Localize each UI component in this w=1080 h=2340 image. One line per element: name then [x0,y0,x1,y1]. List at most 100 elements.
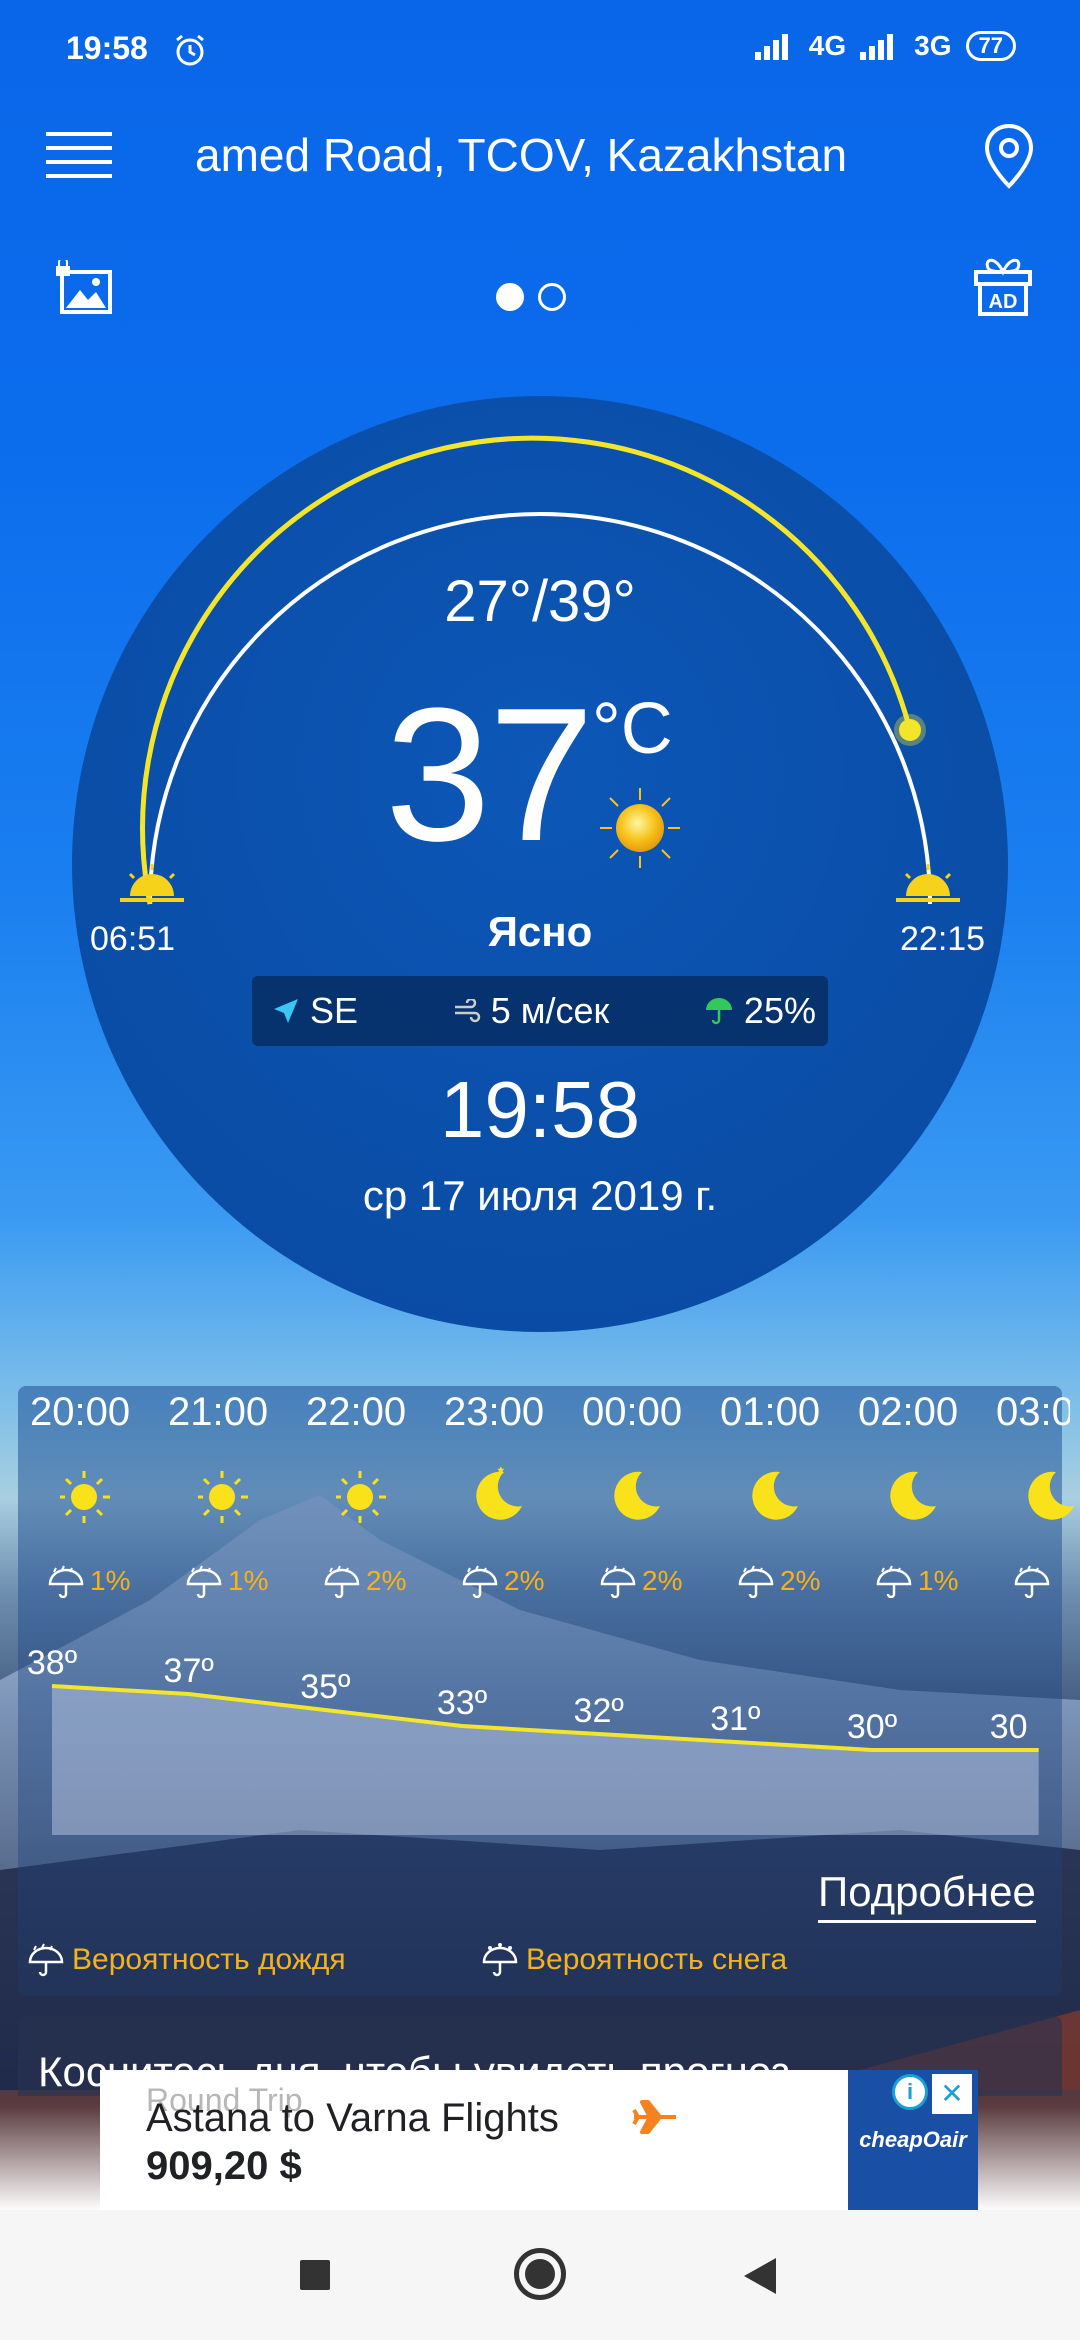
hour-label: 02:00 [858,1390,959,1434]
weather-condition: Ясно [487,908,593,955]
ad-info-icon[interactable]: i [892,2074,928,2110]
snow-umbrella-icon [482,1943,518,1977]
battery-icon: 77 [965,31,1016,61]
rain-umbrella-icon [324,1565,360,1598]
signal-icon [860,34,894,60]
hour-label: 21:00 [168,1390,269,1434]
background-image-icon[interactable] [56,260,114,316]
hi-lo-temperature: 27°/39° [444,569,636,634]
legend-rain-label: Вероятность дождя [72,1943,346,1976]
hour-temperature-label: 37º [164,1652,214,1690]
location-title[interactable]: amed Road, TCOV, Kazakhstan [195,128,875,182]
legend-snow-label: Вероятность снега [526,1943,788,1976]
network-label-1: 4G [808,30,847,61]
rain-umbrella-icon [600,1565,636,1598]
moon-icon [890,1471,936,1520]
precip-value: 2% [780,1565,821,1596]
precip-value: 1% [228,1565,269,1596]
precip-value: 1% [918,1565,959,1596]
ad-price[interactable]: 909,20 $ [146,2144,302,2189]
more-details-link[interactable]: Подробнее [818,1868,1036,1923]
page-dot[interactable] [538,283,566,311]
rain-umbrella-icon [1014,1565,1050,1598]
precip-value: 2% [366,1565,407,1596]
ad-close-icon[interactable]: ✕ [932,2074,972,2114]
back-button[interactable] [744,2258,776,2294]
wind-direction-label: SE [310,990,359,1031]
hourly-times: 20:00 21:00 22:00 23:00 00:00 01:00 02:0… [30,1390,1070,1435]
hour-temperature-label: 38º [27,1644,77,1682]
hour-label: 20:00 [30,1390,131,1434]
precip-cell: 1% [874,1564,1012,1598]
location-pin-icon[interactable] [982,122,1036,192]
ad-controls: i ✕ [892,2074,972,2114]
network-label-2: 3G [914,30,952,61]
home-button-inner [525,2259,555,2289]
precip-value: 1% [90,1565,131,1596]
wind-speed-label: 5 м/сек [490,990,610,1031]
sun-icon [198,1471,248,1523]
temperature-unit: °C [592,689,673,769]
hour-label: 01:00 [720,1390,821,1434]
signal-icon [754,34,788,60]
hourly-icons [60,1462,1080,1532]
sun-icon [60,1471,110,1523]
precip-cell [1012,1564,1080,1598]
status-indicators: 4G 3G 77 [754,30,1016,62]
precip-cell: 2% [322,1564,460,1598]
precip-chance: 25% [704,990,816,1032]
sun-icon [600,788,680,868]
hour-temperature-label: 35º [300,1668,350,1706]
recent-apps-button[interactable] [300,2260,330,2290]
hour-temperature-label: 30º [847,1708,897,1746]
sun-icon [336,1471,386,1523]
rain-umbrella-icon [48,1565,84,1598]
hour-label: 23:00 [444,1390,545,1434]
hour-temperature-label: 33º [437,1684,487,1722]
precip-cell: 1% [46,1564,184,1598]
precip-cell: 2% [460,1564,598,1598]
rain-umbrella-icon [28,1943,64,1977]
moon-icon [476,1466,522,1520]
precip-value: 2% [504,1565,545,1596]
current-date: ср 17 июля 2019 г. [362,1172,718,1219]
gift-ad-icon[interactable]: AD [972,252,1034,318]
wind-icon [454,999,480,1023]
moon-icon [752,1471,798,1520]
ad-brand-label: cheapOair [859,2127,967,2152]
precip-chance-label: 25% [743,990,816,1031]
rain-umbrella-icon [738,1565,774,1598]
precip-cell: 2% [598,1564,736,1598]
current-temperature: 37 [385,669,594,881]
moon-icon [1028,1471,1074,1520]
hour-label: 03:0 [996,1390,1070,1434]
hourly-temperature-graph: 38º 37º 35º 33º 32º 31º 30º 30 [27,1644,1039,1835]
status-time: 19:58 [66,30,148,66]
ad-title[interactable]: Astana to Varna Flights [146,2096,559,2141]
legend-rain: Вероятность дождя [26,1942,346,1978]
wind-info-bar: SE 5 м/сек 25% [252,976,828,1046]
sunset-icon [896,864,960,902]
wind-direction: SE [272,990,358,1032]
precip-cell: 2% [736,1564,874,1598]
page-indicator[interactable] [496,283,566,311]
precip-cell: 1% [184,1564,322,1598]
hour-temperature-label: 32º [574,1692,624,1730]
sunrise-icon [120,864,184,902]
page-dot-active[interactable] [496,283,524,311]
rain-umbrella-icon [876,1565,912,1598]
alarm-icon [176,34,204,66]
wind-speed: 5 м/сек [453,990,610,1032]
plane-icon [632,2100,676,2134]
precip-value: 2% [642,1565,683,1596]
hour-label: 22:00 [306,1390,407,1434]
hour-temperature-label: 31º [710,1700,760,1738]
hourly-precip: 1% 1% 2% 2% 2% 2% 1% [46,1564,1080,1598]
current-time: 19:58 [439,1065,641,1154]
legend-snow: Вероятность снега [480,1942,787,1978]
wind-direction-icon [274,999,298,1023]
umbrella-icon [705,998,732,1025]
hour-label: 00:00 [582,1390,683,1434]
menu-icon[interactable] [46,130,112,180]
hour-temperature-label: 30 [990,1708,1028,1746]
